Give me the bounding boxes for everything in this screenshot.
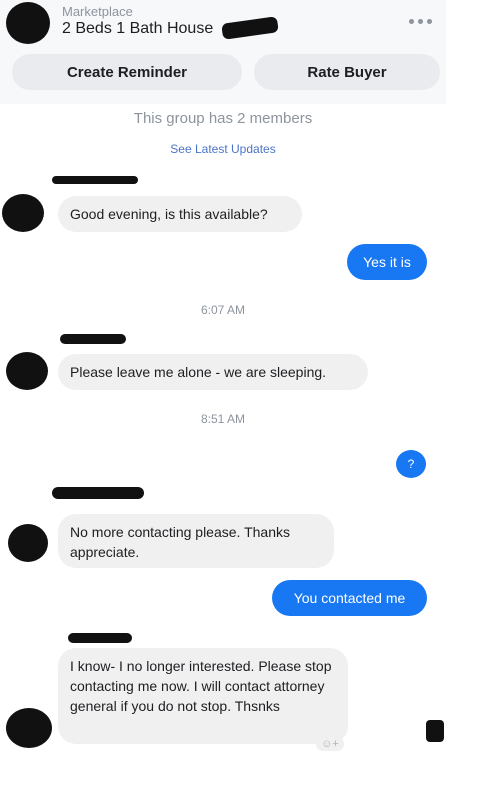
- sender-name-redacted: [52, 487, 144, 499]
- sender-avatar: [8, 524, 48, 562]
- create-reminder-button[interactable]: Create Reminder: [12, 54, 242, 90]
- see-latest-updates-link[interactable]: See Latest Updates: [0, 142, 446, 156]
- seen-indicator-avatar: [426, 720, 444, 742]
- sender-name-redacted: [60, 334, 126, 344]
- message-bubble-incoming: I know- I no longer interested. Please s…: [58, 648, 348, 744]
- sender-avatar: [6, 708, 52, 748]
- sender-name-redacted: [52, 176, 138, 184]
- message-bubble-outgoing: You contacted me: [272, 580, 427, 616]
- redaction-mark: [221, 16, 279, 40]
- message-bubble-outgoing: Yes it is: [347, 244, 427, 280]
- sender-name-redacted: [68, 633, 132, 643]
- marketplace-label: Marketplace: [62, 4, 133, 19]
- rate-buyer-button[interactable]: Rate Buyer: [254, 54, 440, 90]
- message-bubble-incoming: Good evening, is this available?: [58, 196, 302, 232]
- conversation-header: Marketplace 2 Beds 1 Bath House Create R…: [0, 0, 446, 104]
- message-timestamp: 6:07 AM: [200, 303, 246, 317]
- more-options-icon[interactable]: [403, 14, 437, 28]
- listing-avatar[interactable]: [6, 2, 50, 44]
- message-bubble-incoming: Please leave me alone - we are sleeping.: [58, 354, 368, 390]
- group-members-text: This group has 2 members: [133, 110, 313, 127]
- sender-avatar: [6, 352, 48, 390]
- listing-title[interactable]: 2 Beds 1 Bath House: [62, 20, 213, 38]
- message-timestamp: 8:51 AM: [200, 412, 246, 426]
- message-bubble-incoming: No more contacting please. Thanks apprec…: [58, 514, 334, 568]
- sender-avatar: [2, 194, 44, 232]
- message-bubble-outgoing: ?: [396, 450, 426, 478]
- reaction-icon[interactable]: ☺+: [316, 737, 344, 751]
